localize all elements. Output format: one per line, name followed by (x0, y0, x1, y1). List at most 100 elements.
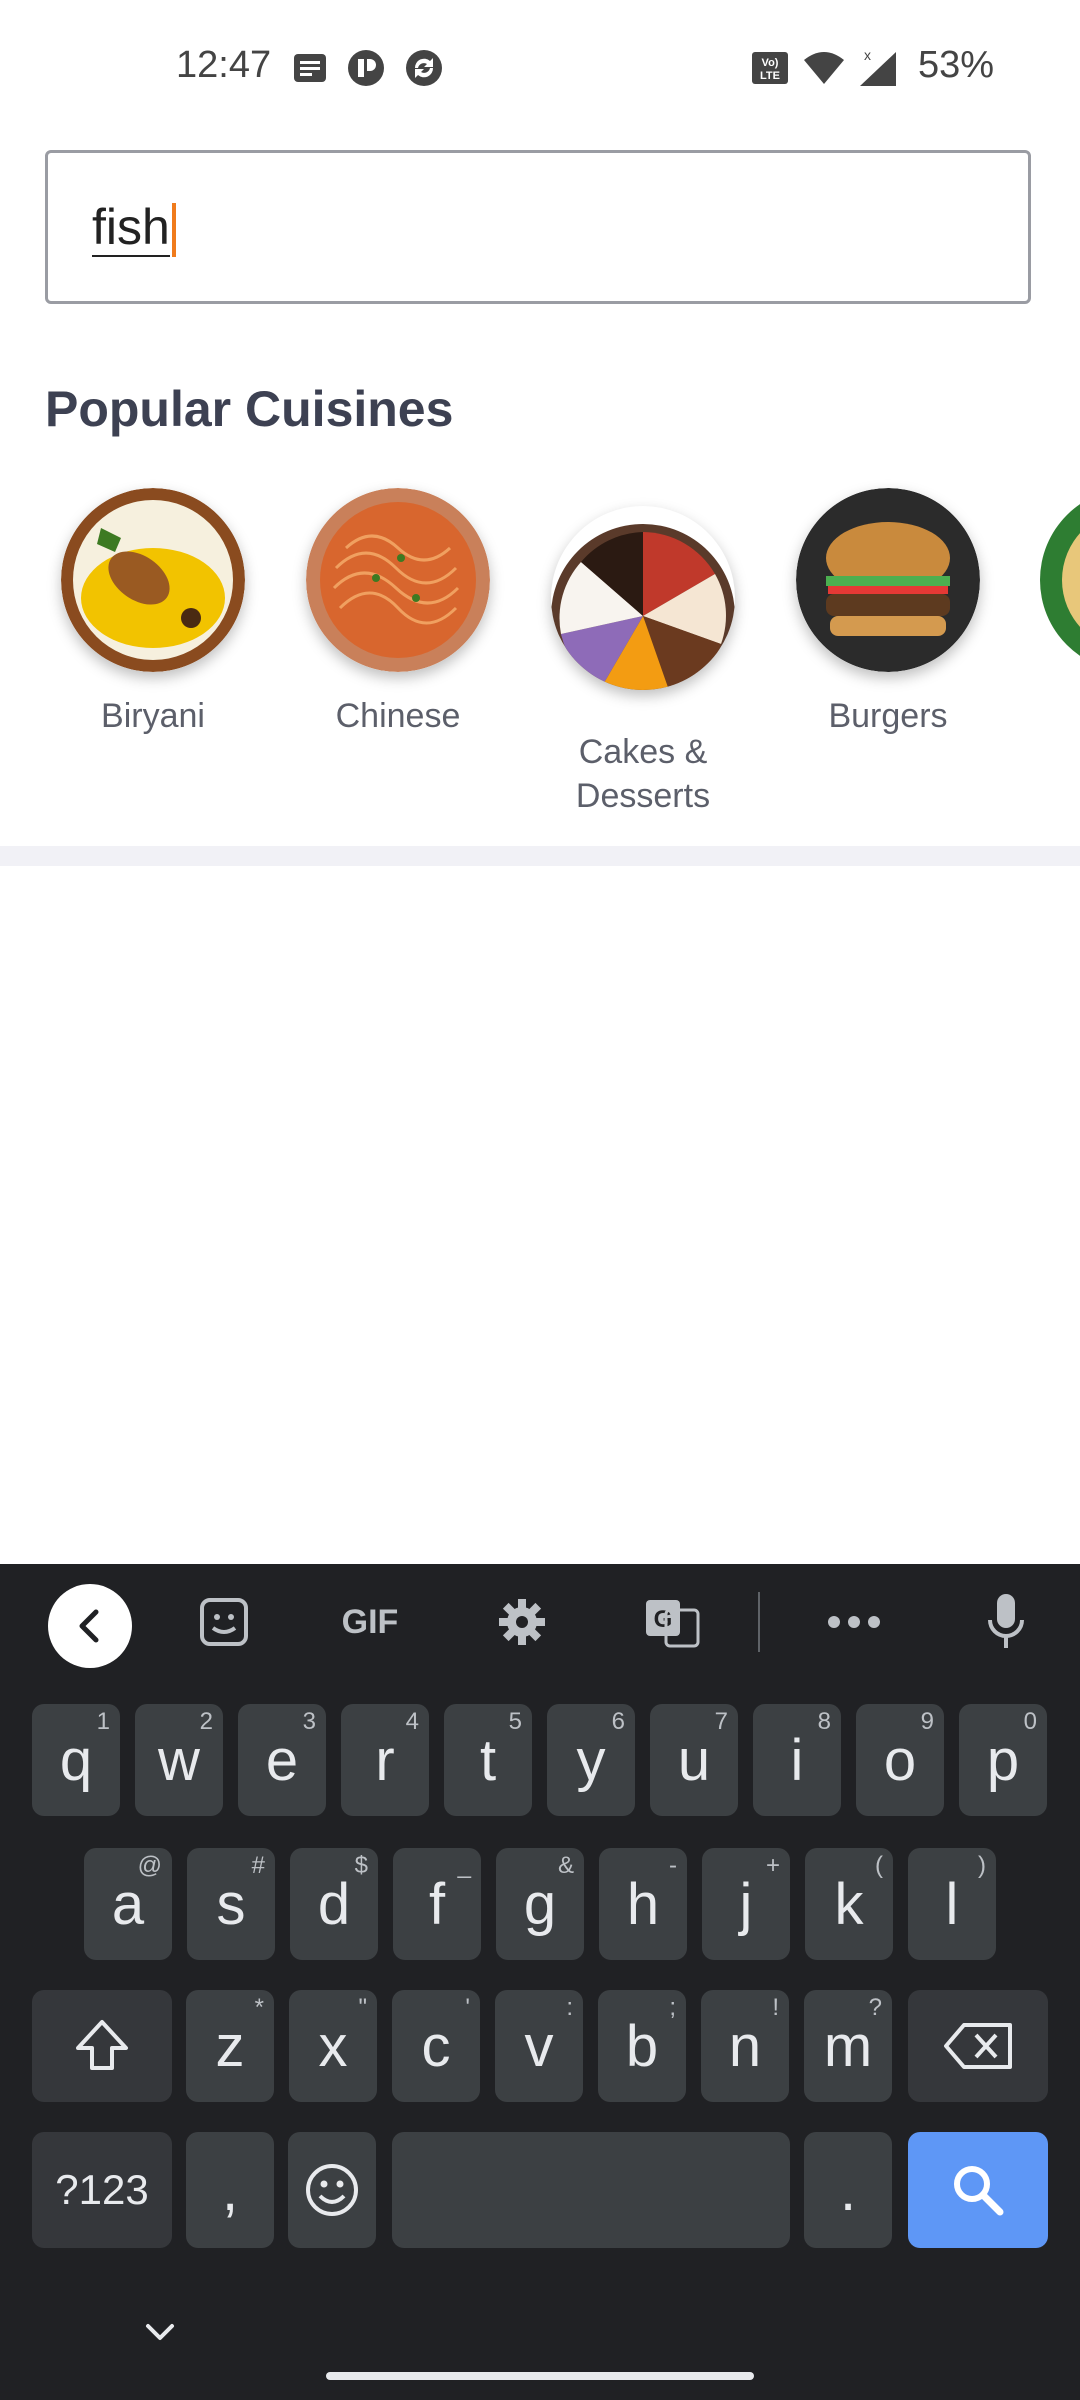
key-hint: ; (669, 1994, 676, 2021)
key-label: y (576, 1727, 606, 1793)
search-icon (954, 2166, 1004, 2216)
key-hint: ! (772, 1994, 779, 2021)
key-label: s (216, 1871, 246, 1937)
key-d[interactable]: d $ (290, 1848, 378, 1960)
translate-icon: G (646, 1600, 700, 1648)
key-label: p (986, 1727, 1020, 1793)
key-v[interactable]: v: (495, 1990, 583, 2102)
emoji-key[interactable] (288, 2132, 376, 2248)
backspace-icon (944, 2023, 1012, 2069)
key-hint: ( (875, 1852, 883, 1879)
message-icon (294, 54, 326, 82)
sticker-button[interactable] (196, 1590, 252, 1654)
key-hint: 7 (714, 1708, 728, 1735)
shift-key[interactable] (32, 1990, 172, 2102)
key-p[interactable]: p0 (959, 1704, 1047, 1816)
key-j[interactable]: j + (702, 1848, 790, 1960)
key-label: f (428, 1871, 446, 1937)
key-label: x (318, 2013, 348, 2079)
cuisine-chinese[interactable]: Chinese (288, 488, 508, 738)
key-hint: 5 (508, 1708, 522, 1735)
key-b[interactable]: b; (598, 1990, 686, 2102)
keyboard-back-button[interactable] (48, 1584, 132, 1668)
search-input-value[interactable]: fish (92, 199, 170, 257)
key-label: c (421, 2013, 451, 2079)
key-hint: 2 (199, 1708, 213, 1735)
key-a[interactable]: a @ (84, 1848, 172, 1960)
key-hint: * (254, 1994, 264, 2021)
cuisine-biryani[interactable]: Biryani (43, 488, 263, 738)
key-q[interactable]: q1 (32, 1704, 120, 1816)
wifi-icon (804, 52, 844, 84)
svg-text:Vo): Vo) (762, 57, 779, 69)
key-hint: 6 (611, 1708, 625, 1735)
settings-button[interactable] (494, 1590, 550, 1654)
key-m[interactable]: m? (804, 1990, 892, 2102)
sync-icon (406, 50, 442, 86)
svg-text:LTE: LTE (760, 70, 780, 82)
key-r[interactable]: r4 (341, 1704, 429, 1816)
key-k[interactable]: k( (805, 1848, 893, 1960)
key-label: z (215, 2013, 245, 2079)
key-g[interactable]: g & (496, 1848, 584, 1960)
voice-input-button[interactable] (978, 1590, 1034, 1654)
key-hint: 4 (405, 1708, 419, 1735)
app-icon (348, 50, 384, 86)
signal-icon: x (860, 48, 896, 86)
key-hint: " (358, 1994, 367, 2021)
symbols-key[interactable]: ?123 (32, 2132, 172, 2248)
key-h[interactable]: h- (599, 1848, 687, 1960)
key-i[interactable]: i8 (753, 1704, 841, 1816)
key-label: l (945, 1871, 959, 1937)
key-u[interactable]: u7 (650, 1704, 738, 1816)
key-label: k (834, 1871, 864, 1937)
key-f[interactable]: f _ (393, 1848, 481, 1960)
key-s[interactable]: s # (187, 1848, 275, 1960)
key-w[interactable]: w2 (135, 1704, 223, 1816)
search-input[interactable]: fish (45, 150, 1031, 304)
key-o[interactable]: o9 (856, 1704, 944, 1816)
period-key[interactable]: . (804, 2132, 892, 2248)
search-key[interactable] (908, 2132, 1048, 2248)
backspace-key[interactable] (908, 1990, 1048, 2102)
key-hint: & (557, 1852, 574, 1879)
cuisine-label-burgers: Burgers (828, 697, 948, 735)
key-hint: ' (465, 1994, 470, 2021)
key-label: n (728, 2013, 762, 2079)
key-c[interactable]: c ' (392, 1990, 480, 2102)
key-z[interactable]: z * (186, 1990, 274, 2102)
gif-button[interactable]: GIF (330, 1590, 410, 1654)
key-label: u (677, 1727, 711, 1793)
key-hint: : (566, 1994, 573, 2021)
key-l[interactable]: l) (908, 1848, 996, 1960)
translate-button[interactable]: G (642, 1590, 702, 1654)
comma-key[interactable]: , (186, 2132, 274, 2248)
key-label: h (626, 1871, 660, 1937)
space-key[interactable] (392, 2132, 790, 2248)
key-hint: $ (354, 1852, 368, 1879)
key-label: o (883, 1727, 917, 1793)
microphone-icon (988, 1594, 1024, 1648)
key-e[interactable]: e3 (238, 1704, 326, 1816)
cuisine-partial-next[interactable] (1040, 488, 1080, 672)
key-label: b (625, 2013, 659, 2079)
sticker-icon (200, 1598, 248, 1646)
cuisine-cakes-desserts[interactable]: Cakes & Desserts (533, 488, 753, 836)
key-t[interactable]: t5 (444, 1704, 532, 1816)
svg-text:x: x (864, 48, 871, 63)
battery-percent: 53% (918, 44, 995, 86)
burgers-image (796, 488, 980, 672)
key-hint: 1 (96, 1708, 110, 1735)
key-hint: ? (868, 1994, 882, 2021)
cuisine-burgers[interactable]: Burgers (778, 488, 998, 738)
key-label: r (375, 1727, 395, 1793)
key-y[interactable]: y6 (547, 1704, 635, 1816)
key-n[interactable]: n! (701, 1990, 789, 2102)
more-button[interactable] (824, 1590, 884, 1654)
biryani-image (61, 488, 245, 672)
keyboard-hide-button[interactable] (140, 2312, 180, 2352)
key-x[interactable]: x " (289, 1990, 377, 2102)
navigation-handle[interactable] (326, 2372, 754, 2380)
keyboard (0, 1564, 1080, 2400)
volte-icon: Vo) LTE (752, 52, 788, 84)
